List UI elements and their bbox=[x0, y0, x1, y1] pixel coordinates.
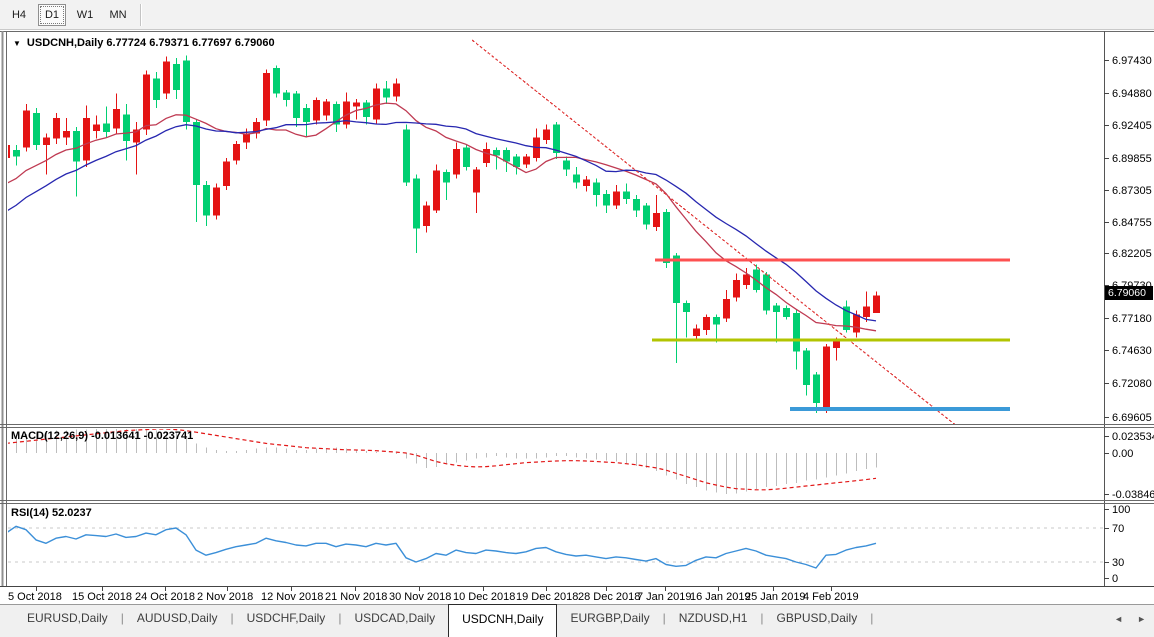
svg-text:6.72080: 6.72080 bbox=[1112, 378, 1152, 390]
svg-text:24 Oct 2018: 24 Oct 2018 bbox=[135, 591, 195, 603]
svg-text:7 Jan 2019: 7 Jan 2019 bbox=[637, 591, 691, 603]
svg-text:30: 30 bbox=[1112, 557, 1124, 569]
svg-text:6.97430: 6.97430 bbox=[1112, 55, 1152, 67]
svg-text:0: 0 bbox=[1112, 573, 1118, 585]
svg-text:6.82205: 6.82205 bbox=[1112, 248, 1152, 260]
svg-text:25 Jan 2019: 25 Jan 2019 bbox=[745, 591, 806, 603]
svg-text:6.74630: 6.74630 bbox=[1112, 345, 1152, 357]
current-price-badge: 6.79060 bbox=[1105, 286, 1153, 300]
timeframe-button-w1[interactable]: W1 bbox=[71, 4, 99, 26]
tab-nav: ◄ ► bbox=[1114, 614, 1146, 624]
timeframe-button-mn[interactable]: MN bbox=[104, 4, 132, 26]
tab-eurgbp[interactable]: EURGBP,Daily bbox=[557, 605, 662, 631]
svg-text:100: 100 bbox=[1112, 504, 1130, 516]
timeframe-button-h4[interactable]: H4 bbox=[5, 4, 33, 26]
svg-text:6.69605: 6.69605 bbox=[1112, 412, 1152, 424]
tab-usdchf[interactable]: USDCHF,Daily bbox=[234, 605, 339, 631]
symbol-tab-bar: EURUSD,Daily|AUDUSD,Daily|USDCHF,Daily|U… bbox=[0, 604, 1154, 637]
trading-platform-window: H4D1W1MN 6.97430 6.94880 6.92405 6.89855 6.8… bbox=[0, 0, 1154, 637]
timeframe-button-d1[interactable]: D1 bbox=[38, 4, 66, 26]
svg-text:2 Nov 2018: 2 Nov 2018 bbox=[197, 591, 253, 603]
tab-audusd[interactable]: AUDUSD,Daily bbox=[124, 605, 231, 631]
svg-text:-0.038466: -0.038466 bbox=[1112, 489, 1154, 501]
tabs-container: EURUSD,Daily|AUDUSD,Daily|USDCHF,Daily|U… bbox=[0, 605, 873, 637]
svg-text:6.87305: 6.87305 bbox=[1112, 185, 1152, 197]
tab-usdcad[interactable]: USDCAD,Daily bbox=[341, 605, 448, 631]
svg-text:0.023534: 0.023534 bbox=[1112, 431, 1154, 443]
svg-text:6.84755: 6.84755 bbox=[1112, 217, 1152, 229]
svg-text:5 Oct 2018: 5 Oct 2018 bbox=[8, 591, 62, 603]
tab-scroll-left-icon[interactable]: ◄ bbox=[1114, 614, 1123, 624]
toolbar: H4D1W1MN bbox=[0, 0, 1154, 30]
svg-text:70: 70 bbox=[1112, 523, 1124, 535]
tab-scroll-right-icon[interactable]: ► bbox=[1137, 614, 1146, 624]
svg-text:21 Nov 2018: 21 Nov 2018 bbox=[325, 591, 387, 603]
tab-nzdusd[interactable]: NZDUSD,H1 bbox=[666, 605, 761, 631]
svg-text:6.77180: 6.77180 bbox=[1112, 313, 1152, 325]
svg-text:28 Dec 2018: 28 Dec 2018 bbox=[578, 591, 640, 603]
svg-text:12 Nov 2018: 12 Nov 2018 bbox=[261, 591, 323, 603]
tab-gbpusd[interactable]: GBPUSD,Daily bbox=[764, 605, 871, 631]
svg-text:4 Feb 2019: 4 Feb 2019 bbox=[803, 591, 859, 603]
tab-eurusd[interactable]: EURUSD,Daily bbox=[14, 605, 121, 631]
toolbar-separator bbox=[140, 4, 142, 26]
svg-text:30 Nov 2018: 30 Nov 2018 bbox=[389, 591, 451, 603]
svg-text:16 Jan 2019: 16 Jan 2019 bbox=[690, 591, 751, 603]
svg-text:0.00: 0.00 bbox=[1112, 448, 1133, 460]
chart-svg: 6.97430 6.94880 6.92405 6.89855 6.87305 6.847… bbox=[0, 30, 1154, 604]
svg-text:6.92405: 6.92405 bbox=[1112, 120, 1152, 132]
timeframe-buttons: H4D1W1MN bbox=[0, 4, 132, 26]
svg-text:6.94880: 6.94880 bbox=[1112, 88, 1152, 100]
svg-text:19 Dec 2018: 19 Dec 2018 bbox=[516, 591, 578, 603]
svg-text:15 Oct 2018: 15 Oct 2018 bbox=[72, 591, 132, 603]
tab-usdcnh[interactable]: USDCNH,Daily bbox=[448, 604, 557, 637]
tab-separator: | bbox=[870, 605, 873, 625]
svg-text:10 Dec 2018: 10 Dec 2018 bbox=[453, 591, 515, 603]
svg-text:6.89855: 6.89855 bbox=[1112, 153, 1152, 165]
